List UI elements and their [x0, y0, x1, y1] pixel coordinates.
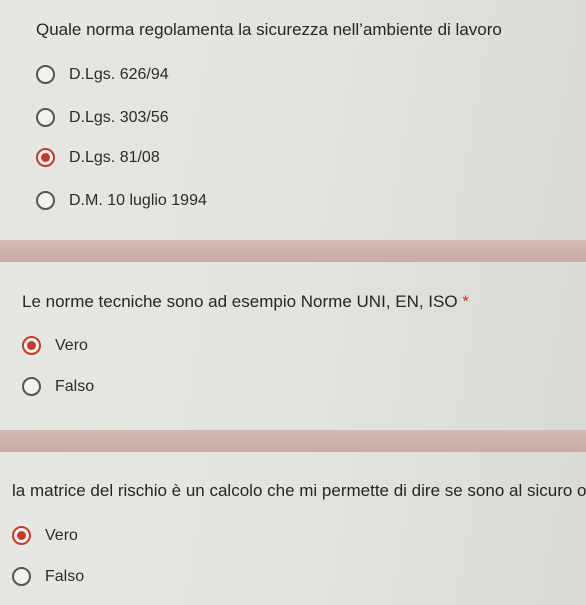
option-d-lgs-303-56[interactable]: D.Lgs. 303/56	[36, 108, 169, 127]
option-label: Vero	[45, 526, 78, 544]
question-card-1: Quale norma regolamenta la sicurezza nel…	[0, 0, 586, 240]
option-label: Falso	[55, 377, 95, 395]
radio-button[interactable]	[12, 526, 31, 545]
question-text: la matrice del rischio è un calcolo che …	[12, 481, 586, 500]
option-label: D.Lgs. 626/94	[69, 65, 169, 83]
radio-button[interactable]	[36, 191, 55, 210]
radio-button[interactable]	[12, 567, 31, 586]
question-title-2: Le norme tecniche sono ad esempio Norme …	[22, 292, 469, 312]
question-title-1: Quale norma regolamenta la sicurezza nel…	[36, 20, 502, 40]
option-falso[interactable]: Falso	[22, 377, 94, 396]
radio-dot-icon	[27, 341, 36, 350]
question-title-3: la matrice del rischio è un calcolo che …	[12, 481, 586, 501]
radio-button[interactable]	[36, 65, 55, 84]
question-text: Quale norma regolamenta la sicurezza nel…	[36, 20, 502, 39]
option-label: Falso	[45, 567, 85, 585]
option-label: Vero	[55, 336, 88, 354]
option-vero[interactable]: Vero	[22, 336, 88, 355]
question-card-2: Le norme tecniche sono ad esempio Norme …	[0, 262, 586, 430]
question-text: Le norme tecniche sono ad esempio Norme …	[22, 292, 458, 311]
section-divider	[0, 240, 586, 262]
question-card-3: la matrice del rischio è un calcolo che …	[0, 452, 586, 605]
option-label: D.Lgs. 303/56	[69, 108, 169, 126]
radio-dot-icon	[17, 531, 26, 540]
option-d-lgs-626-94[interactable]: D.Lgs. 626/94	[36, 65, 169, 84]
radio-button[interactable]	[22, 336, 41, 355]
radio-button[interactable]	[36, 148, 55, 167]
option-label: D.M. 10 luglio 1994	[69, 191, 207, 209]
option-label: D.Lgs. 81/08	[69, 148, 160, 166]
required-asterisk: *	[462, 292, 469, 311]
option-vero[interactable]: Vero	[12, 526, 78, 545]
option-falso[interactable]: Falso	[12, 567, 84, 586]
radio-button[interactable]	[22, 377, 41, 396]
option-d-lgs-81-08[interactable]: D.Lgs. 81/08	[36, 148, 160, 167]
radio-button[interactable]	[36, 108, 55, 127]
radio-dot-icon	[41, 153, 50, 162]
option-d-m-10-luglio-1994[interactable]: D.M. 10 luglio 1994	[36, 191, 207, 210]
section-divider	[0, 430, 586, 452]
